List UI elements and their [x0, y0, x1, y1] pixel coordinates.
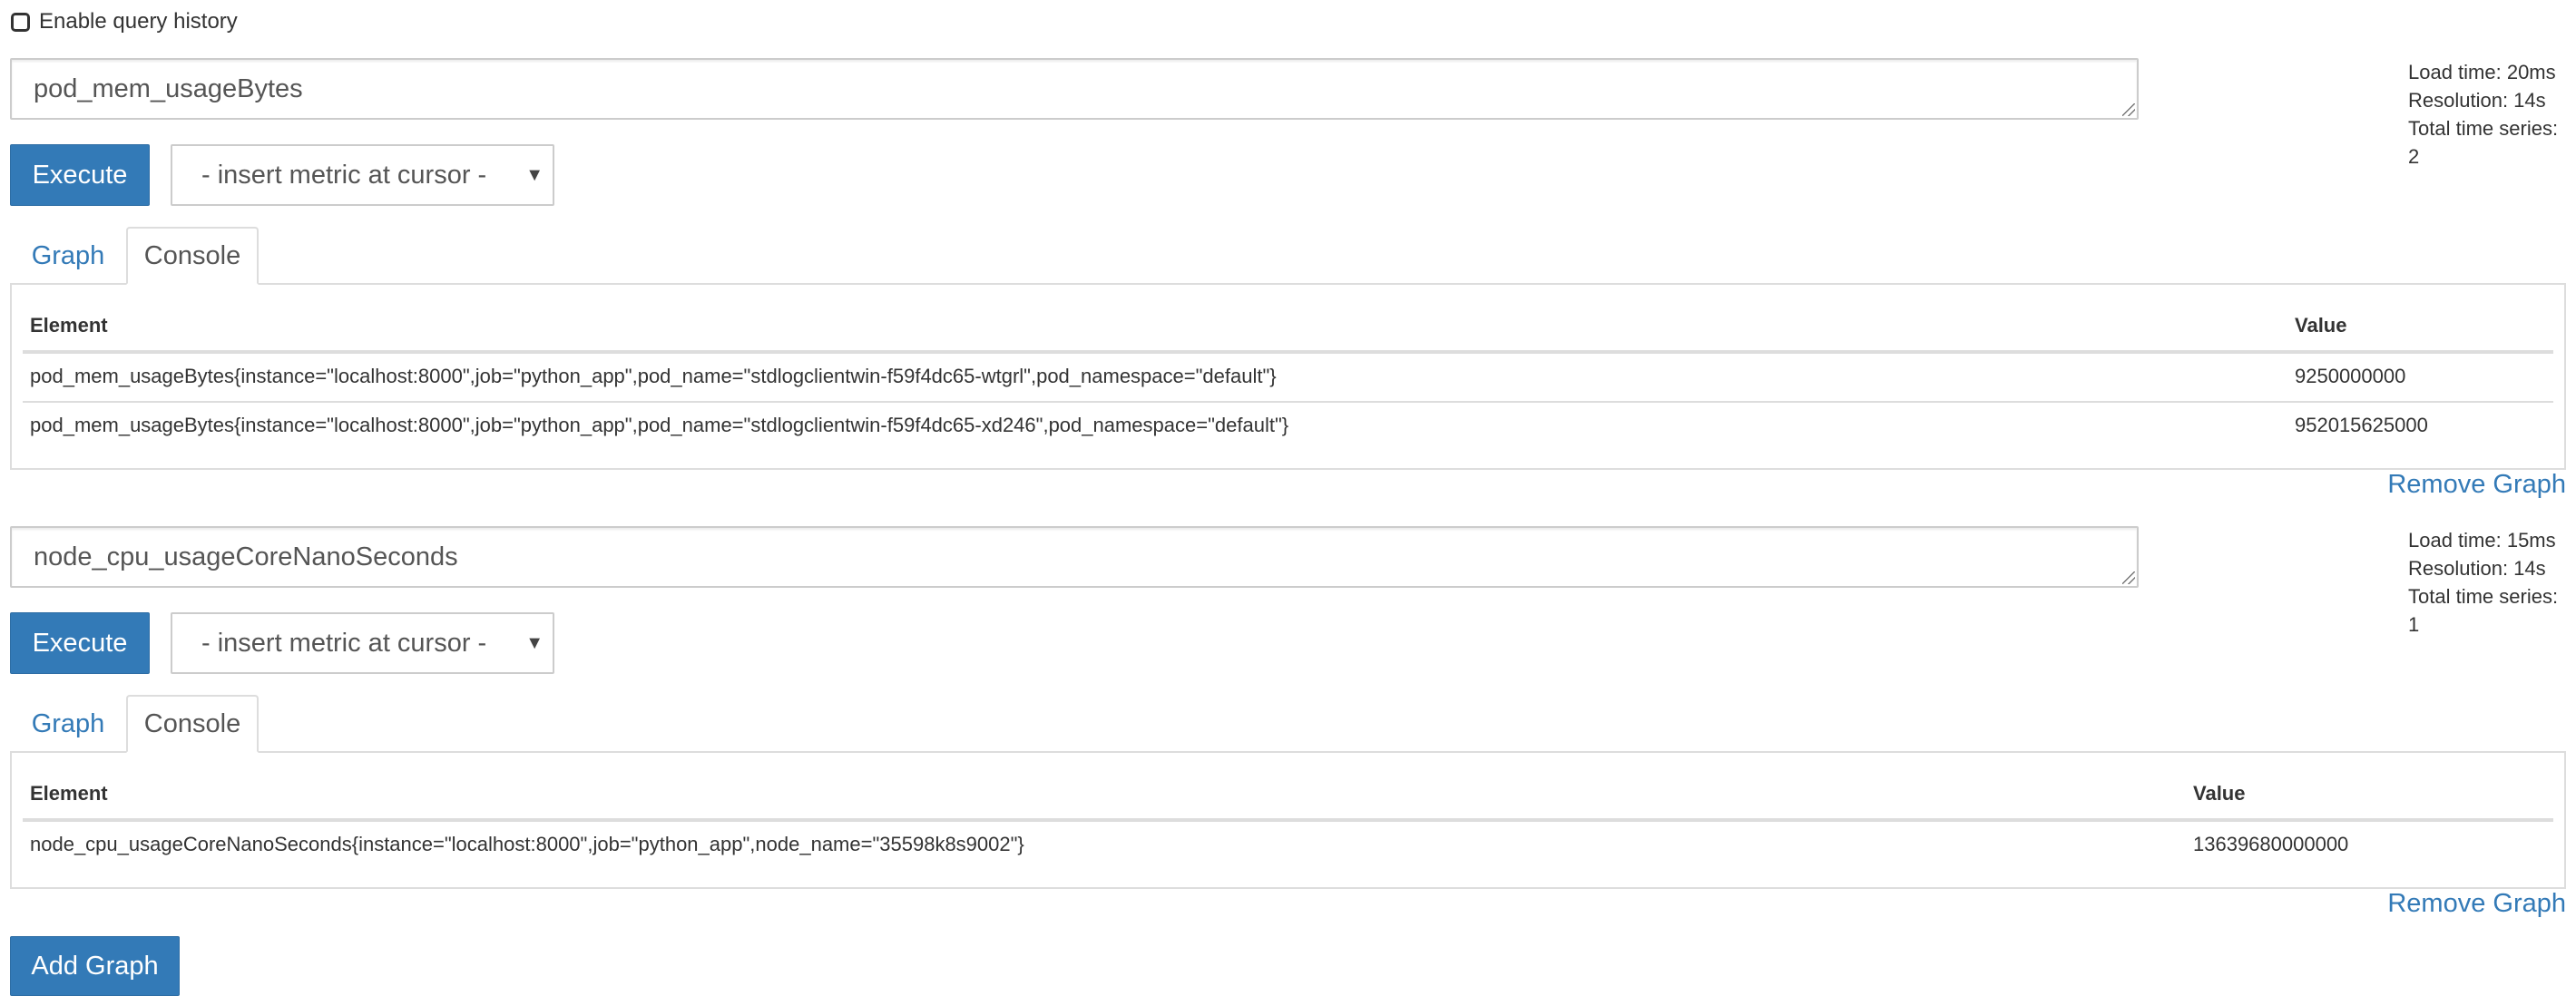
query-history-checkbox[interactable]	[11, 12, 30, 32]
load-time: Load time: 20ms	[2408, 61, 2556, 83]
query-stats: Load time: 15ms Resolution: 14s Total ti…	[2408, 526, 2566, 639]
resolution: Resolution: 14s	[2408, 89, 2546, 112]
expression-value: node_cpu_usageCoreNanoSeconds	[34, 542, 458, 571]
expression-input[interactable]: pod_mem_usageBytes	[10, 58, 2139, 120]
total-time-series: Total time series: 2	[2408, 117, 2559, 168]
column-header-value: Value	[2193, 782, 2246, 805]
console-table: Element Value pod_mem_usageBytes{instanc…	[10, 283, 2566, 470]
tab-console[interactable]: Console	[126, 227, 259, 285]
execute-button[interactable]: Execute	[10, 144, 150, 206]
dropdown-arrow-icon: ▼	[525, 164, 544, 185]
header-divider	[23, 818, 2553, 822]
dropdown-arrow-icon: ▼	[525, 632, 544, 653]
graph-panel-1: pod_mem_usageBytes Load time: 20ms Resol…	[10, 58, 2566, 512]
table-row-value: 13639680000000	[2193, 833, 2349, 855]
table-row-element: pod_mem_usageBytes{instance="localhost:8…	[30, 365, 1277, 387]
expression-value: pod_mem_usageBytes	[34, 74, 303, 103]
total-time-series: Total time series: 1	[2408, 585, 2559, 636]
insert-metric-select[interactable]: - insert metric at cursor - ▼	[171, 144, 554, 206]
tab-console[interactable]: Console	[126, 695, 259, 753]
column-header-element: Element	[30, 782, 108, 805]
panel-tabs: Graph Console	[10, 695, 2566, 753]
load-time: Load time: 15ms	[2408, 529, 2556, 552]
query-stats: Load time: 20ms Resolution: 14s Total ti…	[2408, 58, 2566, 171]
panel-tabs: Graph Console	[10, 227, 2566, 285]
column-header-value: Value	[2295, 314, 2347, 337]
header-divider	[23, 350, 2553, 354]
expression-input[interactable]: node_cpu_usageCoreNanoSeconds	[10, 526, 2139, 588]
remove-graph-link[interactable]: Remove Graph	[2387, 889, 2566, 919]
query-history-label: Enable query history	[39, 9, 238, 34]
console-table: Element Value node_cpu_usageCoreNanoSeco…	[10, 751, 2566, 889]
table-row-element: node_cpu_usageCoreNanoSeconds{instance="…	[30, 833, 1024, 855]
tab-graph[interactable]: Graph	[10, 227, 126, 285]
insert-metric-select[interactable]: - insert metric at cursor - ▼	[171, 612, 554, 674]
table-row-value: 952015625000	[2295, 414, 2428, 436]
resize-handle-icon[interactable]	[2122, 103, 2135, 116]
graph-panel-2: node_cpu_usageCoreNanoSeconds Load time:…	[10, 526, 2566, 925]
insert-metric-selected: - insert metric at cursor -	[201, 628, 487, 658]
column-header-element: Element	[30, 314, 108, 337]
table-row-value: 9250000000	[2295, 365, 2406, 387]
resolution: Resolution: 14s	[2408, 557, 2546, 580]
resize-handle-icon[interactable]	[2122, 571, 2135, 584]
table-row-element: pod_mem_usageBytes{instance="localhost:8…	[30, 414, 1289, 436]
tab-graph[interactable]: Graph	[10, 695, 126, 753]
remove-graph-link[interactable]: Remove Graph	[2387, 470, 2566, 500]
query-history-toggle[interactable]: Enable query history	[11, 9, 238, 34]
row-divider	[23, 401, 2553, 403]
execute-button[interactable]: Execute	[10, 612, 150, 674]
insert-metric-selected: - insert metric at cursor -	[201, 160, 487, 190]
add-graph-button[interactable]: Add Graph	[10, 936, 180, 996]
